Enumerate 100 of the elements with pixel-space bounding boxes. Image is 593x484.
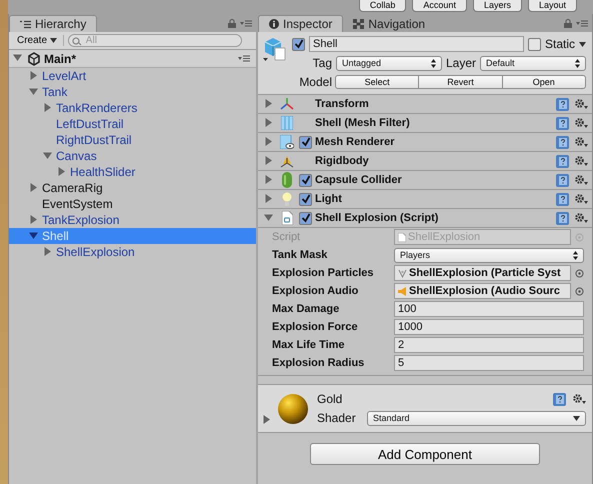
foldout-arrow-icon[interactable] [29, 182, 38, 192]
model-button[interactable]: Select [335, 75, 420, 89]
lock-icon[interactable] [228, 19, 236, 28]
shader-label: Shader [317, 411, 357, 425]
layer-dropdown[interactable]: Default [480, 56, 586, 70]
help-book-icon[interactable] [556, 174, 569, 186]
number-field[interactable]: 5 [394, 355, 584, 371]
lock-icon[interactable] [564, 19, 572, 28]
help-book-icon[interactable] [553, 392, 566, 406]
help-book-icon[interactable] [556, 192, 569, 206]
settings-icon[interactable] [574, 193, 588, 205]
hierarchy-item[interactable]: RightDustTrail [9, 132, 256, 148]
object-field[interactable]: ShellExplosion (Audio Sourc [394, 283, 571, 299]
settings-icon[interactable] [574, 98, 588, 110]
model-button[interactable]: Open [502, 75, 586, 89]
component-header[interactable]: Shell (Mesh Filter) [258, 114, 592, 133]
component-header[interactable]: Capsule Collider [258, 171, 592, 190]
hierarchy-item[interactable]: Canvas [9, 148, 256, 164]
hierarchy-item[interactable]: HealthSlider [9, 164, 256, 180]
menu-icon[interactable] [576, 20, 588, 27]
checkbox[interactable] [299, 136, 312, 148]
panel-tab[interactable]: Navigation [343, 16, 436, 32]
foldout-arrow-icon[interactable] [29, 86, 38, 96]
hierarchy-item[interactable]: Tank [9, 84, 256, 100]
foldout-arrow-icon[interactable] [29, 214, 38, 224]
foldout-arrow-icon[interactable] [43, 150, 52, 160]
settings-icon[interactable] [572, 393, 586, 405]
shader-dropdown[interactable]: Standard [367, 410, 586, 426]
create-button[interactable]: Create [13, 35, 64, 46]
toolbar-button[interactable]: Account [412, 0, 467, 12]
foldout-arrow-icon[interactable] [29, 70, 38, 80]
list-icon [20, 20, 31, 28]
field-label: Max Damage [272, 303, 340, 315]
toolbar-button[interactable]: Collab [358, 0, 406, 12]
foldout-arrow-icon[interactable] [264, 212, 273, 222]
number-field[interactable]: 100 [394, 301, 584, 317]
dropdown-arrow-icon[interactable] [579, 42, 586, 46]
checkbox[interactable] [299, 174, 312, 186]
checkbox[interactable] [299, 212, 312, 224]
foldout-arrow-icon[interactable] [13, 53, 22, 62]
settings-icon[interactable] [574, 155, 588, 167]
help-book-icon[interactable] [556, 136, 569, 148]
settings-icon[interactable] [574, 117, 588, 129]
checkbox[interactable] [292, 38, 305, 50]
object-name: TankRenderers [56, 101, 138, 115]
toolbar-button[interactable]: Layers [472, 0, 522, 12]
dropdown-arrow-icon[interactable] [573, 416, 580, 420]
hierarchy-item[interactable]: LeftDustTrail [9, 116, 256, 132]
scene-row[interactable]: Main* [9, 50, 256, 68]
add-component-button[interactable]: Add Component [310, 443, 540, 465]
help-book-icon[interactable] [556, 212, 569, 224]
hierarchy-item[interactable]: CameraRig [9, 180, 256, 196]
foldout-arrow-icon[interactable] [264, 118, 273, 126]
help-book-icon[interactable] [556, 154, 569, 168]
particles-icon [398, 268, 407, 278]
foldout-arrow-icon[interactable] [264, 174, 273, 184]
help-book-icon[interactable] [556, 98, 569, 110]
tab-label: Inspector [283, 17, 332, 31]
tag-label: Tag [312, 56, 332, 70]
component-header[interactable]: Light [258, 190, 592, 209]
model-button[interactable]: Revert [418, 75, 503, 89]
number-field[interactable]: 2 [394, 337, 584, 353]
component-header[interactable]: Shell Explosion (Script) [258, 209, 592, 228]
foldout-arrow-icon[interactable] [57, 166, 66, 176]
foldout-arrow-icon[interactable] [264, 98, 273, 108]
object-field[interactable]: ShellExplosion (Particle Syst [394, 265, 571, 281]
hierarchy-item[interactable]: TankExplosion [9, 212, 256, 228]
panel-tab[interactable]: Inspector [258, 15, 344, 32]
dropdown-arrow-icon[interactable] [50, 38, 57, 43]
hierarchy-item[interactable]: LevelArt [9, 68, 256, 84]
settings-icon[interactable] [574, 174, 588, 186]
component-header[interactable]: Transform [258, 95, 592, 114]
mask-dropdown[interactable]: Players [394, 248, 584, 262]
search-field[interactable]: All [68, 34, 242, 47]
help-book-icon[interactable] [556, 116, 569, 130]
checkbox[interactable] [528, 38, 541, 50]
model-label: Model [298, 75, 332, 89]
foldout-arrow-icon[interactable] [264, 156, 273, 164]
menu-icon[interactable] [240, 20, 252, 27]
foldout-arrow-icon[interactable] [262, 415, 271, 424]
settings-icon[interactable] [574, 212, 588, 224]
foldout-arrow-icon[interactable] [43, 102, 52, 112]
foldout-arrow-icon[interactable] [29, 230, 38, 240]
settings-icon[interactable] [574, 136, 588, 148]
menu-icon[interactable] [238, 55, 250, 62]
name-field[interactable]: Shell [309, 36, 524, 52]
number-field[interactable]: 1000 [394, 319, 584, 335]
hierarchy-item[interactable]: EventSystem [9, 196, 256, 212]
hierarchy-item[interactable]: TankRenderers [9, 100, 256, 116]
hierarchy-item[interactable]: ShellExplosion [9, 244, 256, 260]
component-header[interactable]: Mesh Renderer [258, 133, 592, 152]
object-name: LevelArt [42, 69, 86, 83]
tag-dropdown[interactable]: Untagged [336, 56, 442, 70]
foldout-arrow-icon[interactable] [264, 136, 273, 146]
toolbar-button[interactable]: Layout [528, 0, 577, 12]
checkbox[interactable] [299, 192, 312, 206]
component-header[interactable]: Rigidbody [258, 152, 592, 171]
foldout-arrow-icon[interactable] [264, 194, 273, 202]
hierarchy-tab[interactable]: Hierarchy [9, 15, 98, 32]
foldout-arrow-icon[interactable] [43, 246, 52, 256]
